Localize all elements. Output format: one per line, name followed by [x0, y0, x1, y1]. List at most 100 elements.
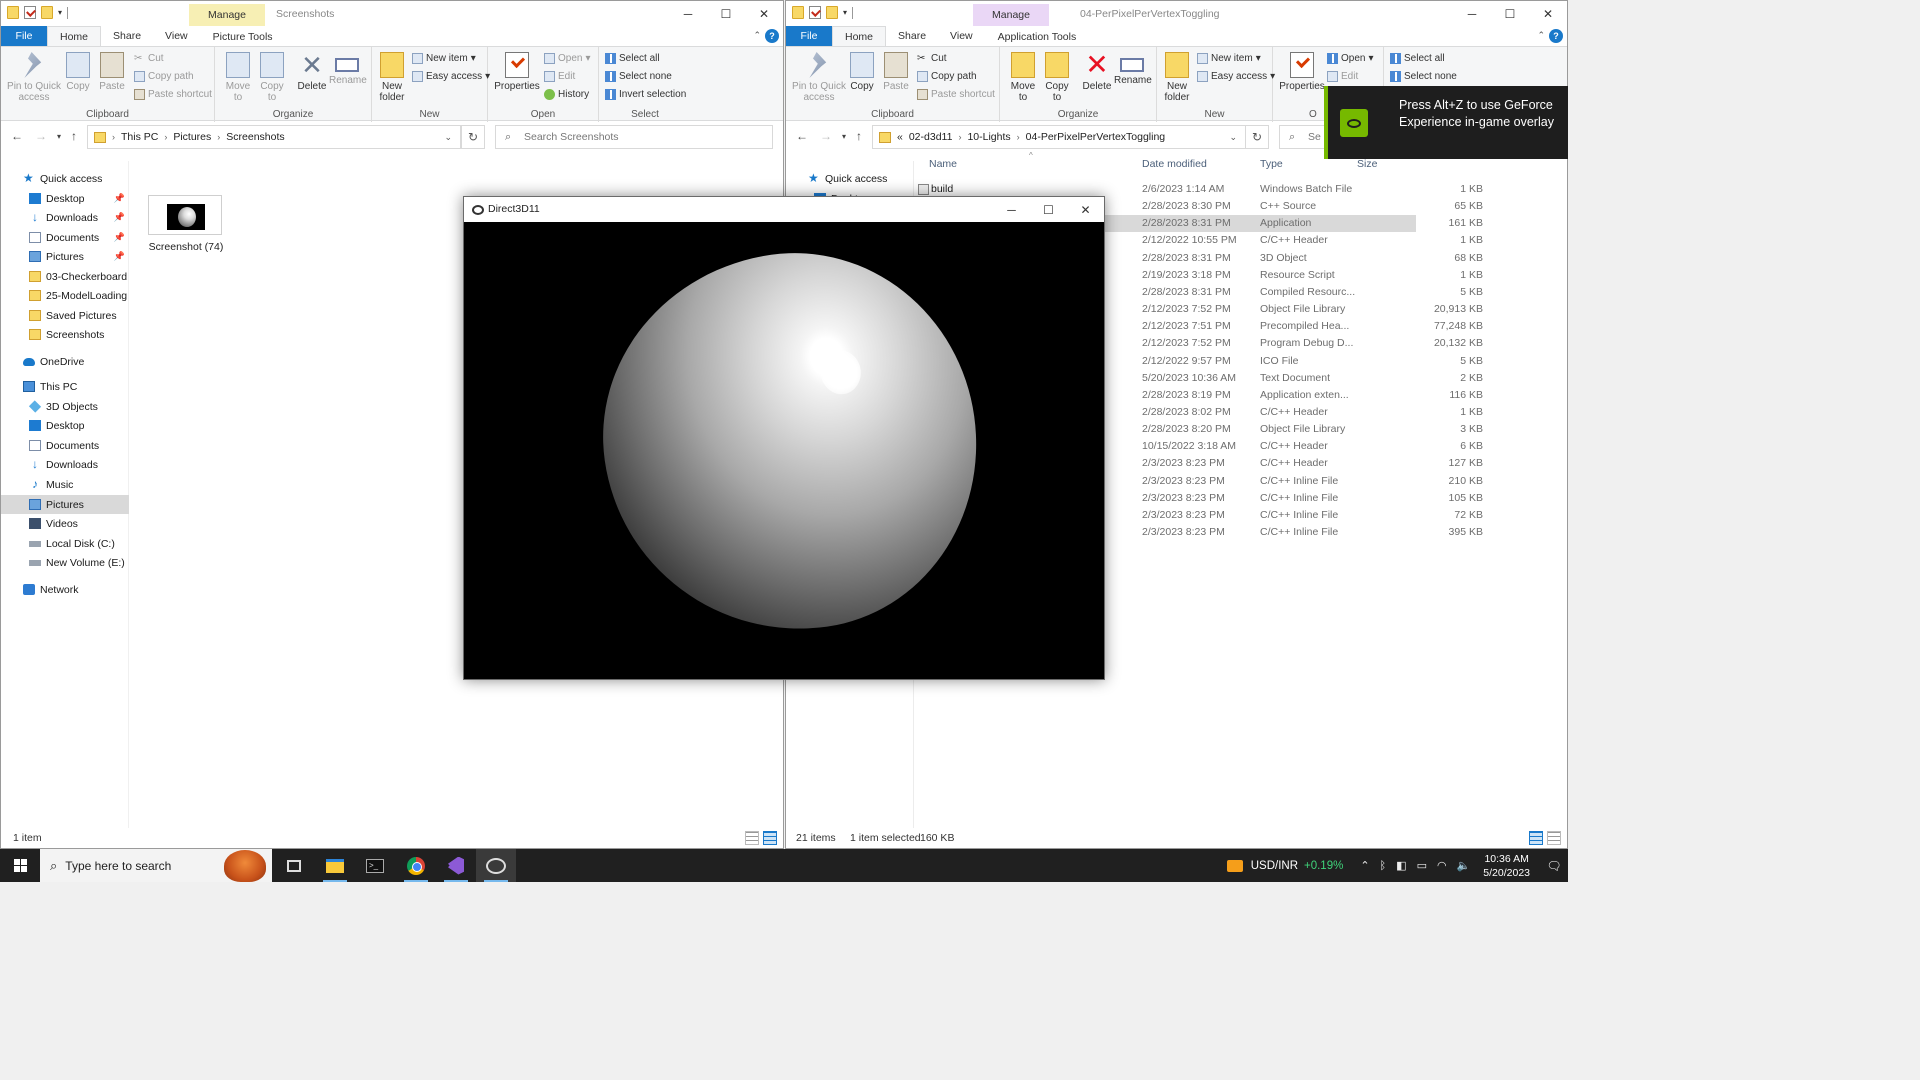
cut-button[interactable]: ✂ Cut	[134, 53, 164, 64]
nav-downloads[interactable]: ↓ Downloads 📌	[1, 208, 129, 227]
nav-25-modelloading[interactable]: 25-ModelLoading	[1, 286, 129, 305]
nav-pictures[interactable]: Pictures 📌	[1, 247, 129, 266]
copy-path-button[interactable]: Copy path	[917, 71, 977, 82]
taskbar-chrome[interactable]	[396, 849, 436, 882]
nav-screenshots[interactable]: Screenshots	[1, 325, 129, 344]
forward-arrow-icon[interactable]: →	[35, 129, 47, 143]
nav-quick-access[interactable]: ★ Quick access	[1, 169, 129, 188]
delete-button[interactable]: ✕ Delete	[1080, 51, 1114, 93]
back-arrow-icon[interactable]: ←	[796, 129, 808, 143]
select-none-button[interactable]: Select none	[605, 71, 672, 82]
easy-access-button[interactable]: Easy access ▾	[1197, 71, 1275, 82]
volume-icon[interactable]: 🔈	[1457, 859, 1471, 872]
storage-icon[interactable]: ▭	[1417, 859, 1427, 872]
tab-view[interactable]: View	[153, 26, 200, 46]
nav-desktop[interactable]: Desktop 📌	[1, 189, 129, 208]
address-bar[interactable]: › This PC › Pictures › Screenshots ⌄	[87, 125, 461, 149]
customize-toolbar-chevron-icon[interactable]: ▾	[58, 8, 62, 17]
nav-pc-desktop[interactable]: Desktop	[1, 416, 129, 435]
close-button[interactable]: ✕	[1529, 1, 1567, 26]
new-folder-button[interactable]: New folder	[376, 52, 408, 103]
properties-button[interactable]: Properties	[494, 52, 540, 92]
back-arrow-icon[interactable]: ←	[11, 129, 23, 143]
direct3d-window[interactable]: Direct3D11 ─ ☐ ✕	[463, 196, 1105, 680]
recent-locations-chevron-icon[interactable]: ▾	[57, 132, 61, 141]
clock[interactable]: 10:36 AM 5/20/2023	[1483, 852, 1530, 880]
move-to-button[interactable]: Move to	[1008, 52, 1038, 103]
close-button[interactable]: ✕	[745, 1, 783, 26]
maximize-button[interactable]: ☐	[1030, 197, 1067, 222]
new-folder-icon[interactable]	[41, 6, 53, 19]
large-icons-view-icon[interactable]	[1547, 831, 1561, 845]
file-thumbnail[interactable]	[148, 195, 222, 235]
open-button[interactable]: Open ▾	[544, 53, 591, 64]
pin-quick-access-button[interactable]: Pin to Quick access	[790, 52, 848, 103]
tab-file[interactable]: File	[786, 26, 832, 46]
paste-shortcut-button[interactable]: Paste shortcut	[917, 89, 995, 100]
breadcrumb-screenshots[interactable]: Screenshots	[226, 131, 284, 143]
search-input[interactable]: ⌕ Search Screenshots	[495, 125, 773, 149]
tab-manage[interactable]: Manage	[189, 4, 265, 26]
tab-share[interactable]: Share	[886, 26, 938, 46]
minimize-button[interactable]: ─	[993, 197, 1030, 222]
edit-button[interactable]: Edit	[544, 71, 575, 82]
breadcrumb-10-lights[interactable]: 10-Lights	[967, 131, 1010, 143]
copy-button[interactable]: Copy	[65, 52, 91, 92]
nav-videos[interactable]: Videos	[1, 514, 129, 533]
nav-this-pc[interactable]: This PC	[1, 377, 129, 396]
easy-access-button[interactable]: Easy access ▾	[412, 71, 490, 82]
bluetooth-icon[interactable]: ᛒ	[1380, 860, 1387, 872]
details-view-icon[interactable]	[745, 831, 759, 845]
nav-03-checkerboard[interactable]: 03-Checkerboard	[1, 267, 129, 286]
column-header-type[interactable]: Type	[1260, 158, 1283, 174]
address-bar[interactable]: « 02-d3d11 › 10-Lights › 04-PerPixelPerV…	[872, 125, 1246, 149]
copy-to-button[interactable]: Copy to	[1042, 52, 1072, 103]
maximize-button[interactable]: ☐	[707, 1, 745, 26]
stock-pair[interactable]: USD/INR	[1251, 860, 1298, 872]
copy-button[interactable]: Copy	[849, 52, 875, 92]
tab-home[interactable]: Home	[832, 26, 887, 46]
recent-locations-chevron-icon[interactable]: ▾	[842, 132, 846, 141]
tab-share[interactable]: Share	[101, 26, 153, 46]
tab-home[interactable]: Home	[47, 26, 102, 46]
copy-to-button[interactable]: Copy to	[257, 52, 287, 103]
wifi-icon[interactable]: ◠	[1437, 859, 1447, 872]
taskbar-search-box[interactable]: ⌕ Type here to search	[40, 849, 272, 882]
up-arrow-icon[interactable]: ↑	[856, 129, 862, 143]
rename-button[interactable]: Rename	[1114, 52, 1152, 86]
geforce-overlay-toast[interactable]: Press Alt+Z to use GeForce Experience in…	[1324, 86, 1568, 159]
taskbar-terminal[interactable]: >_	[355, 849, 395, 882]
move-to-button[interactable]: Move to	[223, 52, 253, 103]
open-button[interactable]: Open ▾	[1327, 53, 1374, 64]
nav-network[interactable]: Network	[1, 580, 129, 599]
paste-button[interactable]: Paste	[98, 52, 126, 92]
address-dropdown-chevron-icon[interactable]: ⌄	[444, 132, 452, 143]
tab-file[interactable]: File	[1, 26, 47, 46]
pin-quick-access-button[interactable]: Pin to Quick access	[5, 52, 63, 103]
nav-3d-objects[interactable]: 3D Objects	[1, 397, 129, 416]
tab-view[interactable]: View	[938, 26, 985, 46]
paste-button[interactable]: Paste	[882, 52, 910, 92]
taskbar-visual-studio[interactable]	[436, 849, 476, 882]
breadcrumb-pictures[interactable]: Pictures	[173, 131, 211, 143]
delete-button[interactable]: ✕ Delete	[295, 52, 329, 92]
maximize-button[interactable]: ☐	[1491, 1, 1529, 26]
minimize-button[interactable]: ─	[1453, 1, 1491, 26]
select-none-button[interactable]: Select none	[1390, 71, 1457, 82]
camera-icon[interactable]: ◧	[1396, 859, 1406, 872]
rename-button[interactable]: Rename	[329, 52, 367, 86]
nav-documents[interactable]: Documents 📌	[1, 228, 129, 247]
stock-widget-icon[interactable]	[1226, 859, 1243, 872]
details-view-icon[interactable]	[1529, 831, 1543, 845]
edit-button[interactable]: Edit	[1327, 71, 1358, 82]
nav-pc-pictures[interactable]: Pictures	[1, 495, 129, 514]
nav-music[interactable]: ♪ Music	[1, 475, 129, 494]
up-arrow-icon[interactable]: ↑	[71, 129, 77, 143]
nav-local-disk[interactable]: Local Disk (C:)	[1, 534, 129, 553]
folder-icon[interactable]	[7, 6, 19, 19]
copy-path-button[interactable]: Copy path	[134, 71, 194, 82]
paste-shortcut-button[interactable]: Paste shortcut	[134, 89, 212, 100]
new-item-button[interactable]: New item ▾	[1197, 53, 1261, 64]
properties-button[interactable]: Properties	[1279, 52, 1325, 92]
breadcrumb-overflow[interactable]: «	[897, 131, 903, 143]
